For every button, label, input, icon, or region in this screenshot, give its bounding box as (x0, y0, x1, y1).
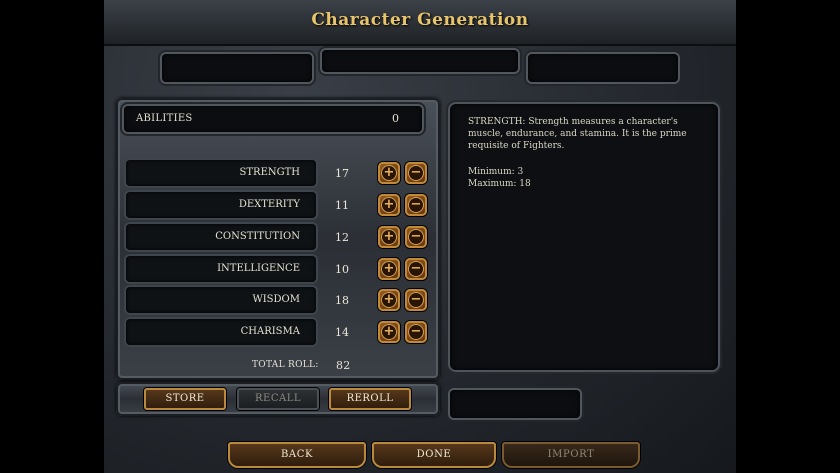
ability-value: 14 (335, 326, 349, 339)
minus-icon: − (408, 197, 424, 213)
abilities-label: ABILITIES (136, 113, 193, 124)
plus-icon: + (381, 229, 397, 245)
abilities-header: ABILITIES 0 (124, 106, 422, 132)
window-title: Character Generation (311, 10, 529, 30)
minus-icon: − (408, 292, 424, 308)
store-button[interactable]: STORE (144, 388, 226, 410)
total-roll-label: TOTAL ROLL: (252, 360, 319, 370)
ability-value: 12 (335, 231, 349, 244)
header-slot-left (162, 54, 312, 82)
ability-value: 17 (335, 167, 349, 180)
total-roll-value: 82 (336, 359, 351, 372)
ability-name: STRENGTH (239, 167, 300, 178)
title-bar: Character Generation (104, 0, 736, 46)
points-remaining: 0 (392, 112, 400, 125)
plus-button[interactable]: + (378, 258, 400, 280)
ability-row-constitution[interactable]: CONSTITUTION (126, 224, 316, 250)
minus-button[interactable]: − (405, 162, 427, 184)
lower-right-slot (450, 390, 580, 418)
character-generation-window: Character Generation ABILITIES 0 STRENGT… (104, 0, 736, 473)
plus-icon: + (381, 197, 397, 213)
minus-button[interactable]: − (405, 258, 427, 280)
minus-button[interactable]: − (405, 226, 427, 248)
recall-button[interactable]: RECALL (237, 388, 319, 410)
name-field-slot (322, 50, 518, 72)
reroll-button[interactable]: REROLL (329, 388, 411, 410)
plus-button[interactable]: + (378, 226, 400, 248)
plus-button[interactable]: + (378, 321, 400, 343)
minus-button[interactable]: − (405, 321, 427, 343)
ability-value: 18 (335, 294, 349, 307)
minus-icon: − (408, 229, 424, 245)
plus-button[interactable]: + (378, 194, 400, 216)
ability-row-charisma[interactable]: CHARISMA (126, 319, 316, 345)
plus-button[interactable]: + (378, 162, 400, 184)
plus-icon: + (381, 292, 397, 308)
ability-name: DEXTERITY (238, 199, 300, 210)
ability-name: WISDOM (252, 294, 300, 305)
description-maximum: Maximum: 18 (468, 179, 531, 189)
ability-row-wisdom[interactable]: WISDOM (126, 287, 316, 313)
minus-button[interactable]: − (405, 289, 427, 311)
ability-name: CHARISMA (240, 326, 300, 337)
minus-icon: − (408, 324, 424, 340)
ability-row-dexterity[interactable]: DEXTERITY (126, 192, 316, 218)
back-button[interactable]: BACK (228, 442, 366, 468)
ability-name: INTELLIGENCE (217, 263, 300, 274)
ability-row-strength[interactable]: STRENGTH (126, 160, 316, 186)
minus-icon: − (408, 165, 424, 181)
plus-button[interactable]: + (378, 289, 400, 311)
minus-icon: − (408, 261, 424, 277)
description-minimum: Minimum: 3 (468, 167, 524, 177)
ability-value: 10 (335, 263, 349, 276)
ability-value: 11 (335, 199, 349, 212)
description-text: STRENGTH: Strength measures a character'… (468, 117, 687, 151)
plus-icon: + (381, 165, 397, 181)
import-button[interactable]: IMPORT (502, 442, 640, 468)
description-text-block: STRENGTH: Strength measures a character'… (468, 116, 706, 190)
ability-name: CONSTITUTION (215, 231, 300, 242)
done-button[interactable]: DONE (372, 442, 496, 468)
ability-row-intelligence[interactable]: INTELLIGENCE (126, 256, 316, 282)
plus-icon: + (381, 324, 397, 340)
minus-button[interactable]: − (405, 194, 427, 216)
plus-icon: + (381, 261, 397, 277)
header-slot-right (528, 54, 678, 82)
